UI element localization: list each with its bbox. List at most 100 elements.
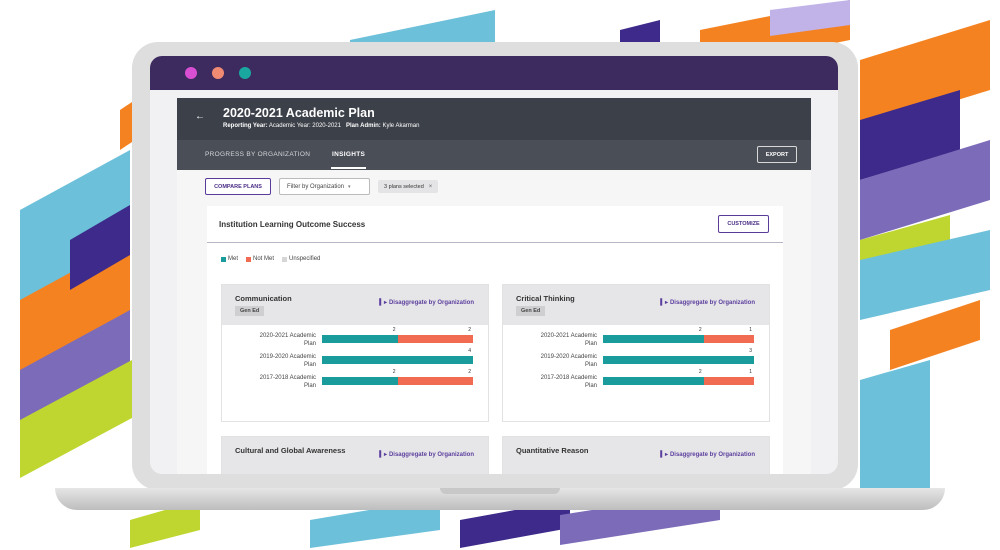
card-title: Cultural and Global Awareness bbox=[235, 446, 346, 455]
card-header: Communication Gen Ed ▍▸ Disaggregate by … bbox=[222, 285, 488, 325]
bar-segment-met[interactable]: 2 bbox=[322, 369, 398, 385]
bar-value-label: 2 bbox=[698, 369, 702, 375]
gen-ed-tag: Gen Ed bbox=[516, 306, 546, 316]
bar-value-label: 4 bbox=[468, 348, 471, 354]
card-title: Communication bbox=[235, 294, 292, 303]
legend-label: Met bbox=[228, 256, 239, 262]
bar-segment-not-met[interactable]: 1 bbox=[703, 369, 754, 385]
disaggregate-label: Disaggregate by Organization bbox=[669, 451, 755, 458]
disaggregate-icon: ▍▸ bbox=[660, 300, 668, 306]
bar-segment-met[interactable]: 2 bbox=[603, 327, 704, 343]
window-dot-salmon[interactable] bbox=[212, 67, 224, 79]
legend-label: Not Met bbox=[253, 256, 275, 262]
chip-label: 3 plans selected bbox=[384, 183, 424, 190]
bar-segment-not-met[interactable]: 2 bbox=[397, 327, 473, 343]
bar-row-label: 2020-2021 Academic Plan bbox=[540, 333, 597, 347]
window-dot-teal[interactable] bbox=[239, 67, 251, 79]
legend-item-unspecified: Unspecified bbox=[282, 256, 320, 262]
window-titlebar bbox=[150, 56, 838, 90]
filter-bar: COMPARE PLANS Filter by Organization ▾ 3… bbox=[205, 178, 439, 195]
filter-select-value: Filter by Organization bbox=[287, 183, 345, 190]
card-title: Quantitative Reason bbox=[516, 446, 589, 455]
laptop-notch bbox=[440, 488, 560, 494]
bar-segment-met[interactable]: 2 bbox=[603, 369, 704, 385]
tab-progress-by-organization[interactable]: PROGRESS BY ORGANIZATION bbox=[205, 151, 310, 158]
legend-swatch-met bbox=[221, 256, 226, 262]
card-title: Critical Thinking bbox=[516, 294, 575, 303]
disaggregate-icon: ▍▸ bbox=[379, 452, 387, 458]
card-chart: 2020-2021 Academic Plan 2 1 2019-2020 Academ… bbox=[503, 325, 769, 421]
bar-segment-met[interactable]: 3 bbox=[603, 348, 754, 364]
outcome-card-cultural-global-awareness: Cultural and Global Awareness ▍▸ Disaggr… bbox=[221, 436, 489, 474]
stacked-bar: 21 bbox=[603, 369, 754, 385]
disaggregate-link[interactable]: ▍▸ Disaggregate by Organization bbox=[660, 451, 755, 459]
stacked-bar: 3 bbox=[603, 348, 754, 364]
laptop-screen: ← 2020-2021 Academic Plan Reporting Year… bbox=[150, 56, 838, 474]
gen-ed-tag: Gen Ed bbox=[235, 306, 265, 316]
stacked-bar: 22 bbox=[322, 369, 473, 385]
plan-meta: Reporting Year: Academic Year: 2020-2021… bbox=[223, 123, 419, 129]
disaggregate-link[interactable]: ▍▸ Disaggregate by Organization bbox=[379, 451, 474, 459]
bar-row-label: 2020-2021 Academic Plan bbox=[259, 333, 316, 347]
arrow-left-icon[interactable]: ← bbox=[195, 111, 205, 122]
plans-selected-chip: 3 plans selected × bbox=[378, 180, 439, 193]
page-title: 2020-2021 Academic Plan bbox=[223, 106, 375, 120]
bar-row-label: 2017-2018 Academic Plan bbox=[259, 375, 316, 389]
compare-plans-button[interactable]: COMPARE PLANS bbox=[205, 178, 271, 195]
card-header: Quantitative Reason ▍▸ Disaggregate by O… bbox=[503, 437, 769, 474]
stacked-bar: 22 bbox=[322, 327, 473, 343]
bar-value-label: 1 bbox=[749, 369, 752, 375]
legend-swatch-unspecified bbox=[282, 256, 288, 262]
bar-segment-met[interactable]: 2 bbox=[322, 327, 398, 343]
legend-item-met: Met bbox=[221, 256, 238, 262]
reporting-year-label: Reporting Year: bbox=[223, 123, 268, 129]
filter-by-organization-select[interactable]: Filter by Organization ▾ bbox=[279, 178, 370, 195]
stacked-bar: 21 bbox=[603, 327, 754, 343]
card-header: Cultural and Global Awareness ▍▸ Disaggr… bbox=[222, 437, 488, 474]
bar-segment-not-met[interactable]: 2 bbox=[397, 369, 473, 385]
active-tab-indicator bbox=[331, 167, 366, 169]
plan-header: ← 2020-2021 Academic Plan Reporting Year… bbox=[177, 98, 811, 140]
bar-segment-met[interactable]: 4 bbox=[322, 348, 473, 364]
tab-insights[interactable]: INSIGHTS bbox=[332, 151, 365, 158]
disaggregate-icon: ▍▸ bbox=[379, 300, 387, 306]
export-button[interactable]: EXPORT bbox=[757, 146, 797, 163]
bar-row-label: 2017-2018 Academic Plan bbox=[540, 375, 597, 389]
panel-title: Institution Learning Outcome Success bbox=[219, 220, 366, 229]
card-chart: 2020-2021 Academic Plan 2 2 2019-2020 Academ… bbox=[222, 325, 488, 421]
bar-value-label: 2 bbox=[468, 369, 471, 375]
bar-value-label: 2 bbox=[698, 327, 702, 333]
legend-swatch-not-met bbox=[246, 256, 252, 262]
chevron-down-icon: ▾ bbox=[348, 183, 351, 190]
reporting-year-value: Academic Year: 2020-2021 bbox=[268, 123, 341, 129]
window-dot-magenta[interactable] bbox=[185, 67, 197, 79]
close-icon[interactable]: × bbox=[429, 184, 433, 190]
card-header: Critical Thinking Gen Ed ▍▸ Disaggregate… bbox=[503, 285, 769, 325]
bar-row-label: 2019-2020 Academic Plan bbox=[540, 354, 597, 368]
app-window: ← 2020-2021 Academic Plan Reporting Year… bbox=[177, 98, 811, 474]
chart-legend: Met Not Met Unspecified bbox=[221, 256, 320, 262]
legend-label: Unspecified bbox=[289, 256, 321, 262]
legend-item-not-met: Not Met bbox=[246, 256, 274, 262]
panel-divider bbox=[207, 242, 783, 243]
bar-segment-not-met[interactable]: 1 bbox=[703, 327, 754, 343]
bar-value-label: 3 bbox=[749, 348, 752, 354]
outcome-card-communication: Communication Gen Ed ▍▸ Disaggregate by … bbox=[221, 284, 489, 422]
stacked-bar: 4 bbox=[322, 348, 473, 364]
disaggregate-link[interactable]: ▍▸ Disaggregate by Organization bbox=[379, 299, 474, 307]
disaggregate-label: Disaggregate by Organization bbox=[669, 299, 755, 306]
customize-button[interactable]: CUSTOMIZE bbox=[718, 215, 769, 233]
tab-bar: PROGRESS BY ORGANIZATION INSIGHTS EXPORT bbox=[177, 140, 811, 170]
bar-value-label: 1 bbox=[749, 327, 752, 333]
bar-value-label: 2 bbox=[468, 327, 471, 333]
disaggregate-link[interactable]: ▍▸ Disaggregate by Organization bbox=[660, 299, 755, 307]
outcome-card-quantitative-reason: Quantitative Reason ▍▸ Disaggregate by O… bbox=[502, 436, 770, 474]
bar-value-label: 2 bbox=[392, 369, 396, 375]
plan-admin-label: Plan Admin: bbox=[346, 123, 381, 129]
outcome-success-panel: Institution Learning Outcome Success CUS… bbox=[207, 206, 783, 474]
disaggregate-icon: ▍▸ bbox=[660, 452, 668, 458]
disaggregate-label: Disaggregate by Organization bbox=[388, 451, 474, 458]
plan-admin-value: Kyle Akarman bbox=[382, 123, 420, 129]
outcome-card-critical-thinking: Critical Thinking Gen Ed ▍▸ Disaggregate… bbox=[502, 284, 770, 422]
disaggregate-label: Disaggregate by Organization bbox=[388, 299, 474, 306]
